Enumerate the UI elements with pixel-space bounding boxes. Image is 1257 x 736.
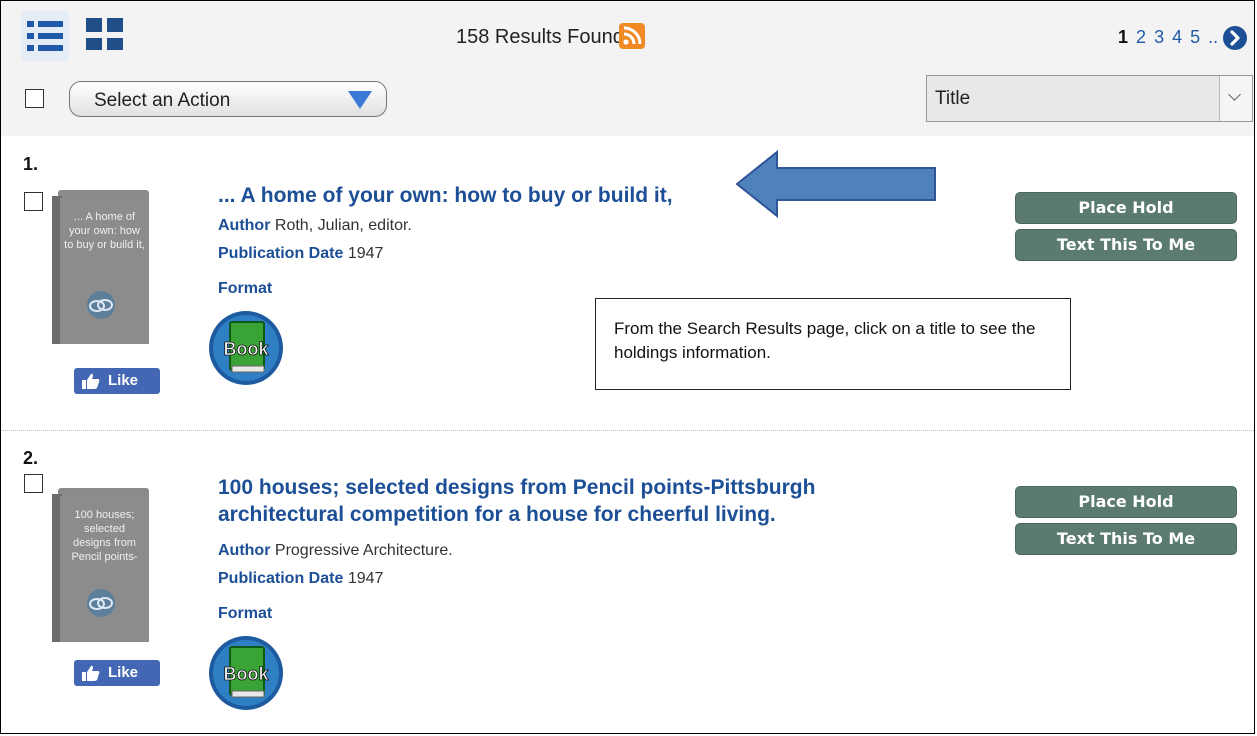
result-number: 2. [23, 448, 39, 468]
author-label: Author [218, 217, 271, 234]
pubdate-value: 1947 [347, 245, 384, 262]
book-format-icon[interactable]: Book [208, 635, 284, 711]
results-toolbar: 158 Results Found 1 2 3 4 5 .. 14 Select… [1, 1, 1254, 136]
result-number: 1. [23, 154, 39, 174]
cover-title: ... A home of your own: how to buy or bu… [64, 211, 145, 251]
text-to-me-button[interactable]: Text This To Me [1015, 523, 1237, 555]
cloud-logo-icon [87, 589, 115, 617]
place-hold-button[interactable]: Place Hold [1015, 192, 1237, 224]
annotation-callout: From the Search Results page, click on a… [595, 298, 1071, 390]
sort-dropdown-button[interactable] [1219, 76, 1252, 121]
place-hold-button[interactable]: Place Hold [1015, 486, 1237, 518]
list-view-button[interactable] [21, 11, 69, 61]
like-label: Like [108, 664, 139, 681]
result-checkbox[interactable] [24, 474, 43, 493]
pubdate-value: 1947 [347, 570, 384, 587]
book-badge-text: Book [224, 339, 270, 359]
cloud-logo-icon [87, 291, 115, 319]
pubdate-line: Publication Date 1947 [218, 570, 383, 588]
thumbs-up-icon [82, 665, 100, 681]
book-badge-text: Book [224, 664, 270, 684]
annotation-arrow-icon [735, 150, 936, 218]
result-divider [1, 430, 1254, 431]
page-link-3[interactable]: 3 [1154, 27, 1164, 47]
page-current: 1 [1118, 27, 1129, 47]
sort-select-value: Title [935, 88, 971, 109]
author-value: Roth, Julian, editor. [274, 217, 412, 234]
book-cover[interactable]: 100 houses; selected designs from Pencil… [52, 488, 149, 643]
action-select[interactable]: Select an Action [69, 81, 387, 117]
format-label: Format [218, 605, 273, 622]
thumbs-up-icon [82, 373, 100, 389]
page-link-2[interactable]: 2 [1136, 27, 1146, 47]
cover-title: 100 houses; selected designs from Pencil… [71, 509, 138, 563]
book-format-icon[interactable]: Book [208, 310, 284, 386]
format-label: Format [218, 280, 273, 297]
author-label: Author [218, 542, 271, 559]
pubdate-line: Publication Date 1947 [218, 245, 383, 263]
like-button[interactable]: Like [74, 368, 160, 394]
grid-view-button[interactable] [85, 17, 125, 57]
result-title-link[interactable]: 100 houses; selected designs from Pencil… [218, 474, 908, 528]
results-count: 158 Results Found [456, 26, 624, 48]
page-link-5[interactable]: 5 [1190, 27, 1200, 47]
result-checkbox[interactable] [24, 192, 43, 211]
sort-select[interactable]: Title [926, 75, 1253, 122]
page-link-4[interactable]: 4 [1172, 27, 1182, 47]
page-ellipsis: .. [1208, 27, 1219, 47]
text-to-me-button[interactable]: Text This To Me [1015, 229, 1237, 261]
select-all-checkbox[interactable] [25, 89, 44, 108]
pubdate-label: Publication Date [218, 245, 344, 262]
grid-view-icon [86, 18, 123, 50]
pubdate-label: Publication Date [218, 570, 344, 587]
chevron-down-icon [1228, 88, 1241, 101]
callout-text: From the Search Results page, click on a… [614, 319, 1036, 362]
book-cover[interactable]: ... A home of your own: how to buy or bu… [52, 190, 149, 345]
rss-feed-icon[interactable] [619, 23, 645, 49]
author-value: Progressive Architecture. [274, 542, 453, 559]
author-line: Author Progressive Architecture. [218, 542, 453, 560]
cover-face: 100 houses; selected designs from Pencil… [60, 496, 149, 642]
action-select-value: Select an Action [94, 90, 231, 111]
like-button[interactable]: Like [74, 660, 160, 686]
like-label: Like [108, 372, 139, 389]
list-view-icon [27, 21, 63, 51]
author-line: Author Roth, Julian, editor. [218, 217, 412, 235]
cover-face: ... A home of your own: how to buy or bu… [60, 198, 149, 344]
dropdown-triangle-icon [348, 91, 372, 109]
next-page-icon[interactable] [1222, 25, 1248, 51]
